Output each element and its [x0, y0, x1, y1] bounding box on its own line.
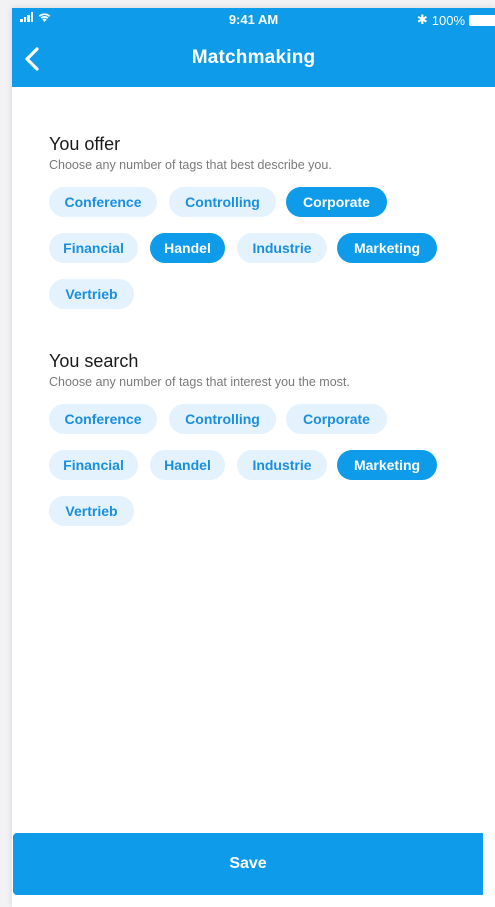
search-tag-corporate[interactable]: Corporate [286, 404, 387, 434]
search-tag-industrie[interactable]: Industrie [237, 450, 327, 480]
search-tag-conference[interactable]: Conference [49, 404, 157, 434]
offer-tag-financial[interactable]: Financial [49, 233, 138, 263]
page-title: Matchmaking [191, 47, 316, 68]
offer-tag-controlling[interactable]: Controlling [169, 187, 276, 217]
search-tag-controlling[interactable]: Controlling [169, 404, 276, 434]
search-section: You search Choose any number of tags tha… [49, 350, 479, 534]
nav-bar: Matchmaking [12, 30, 495, 87]
offer-subtitle: Choose any number of tags that best desc… [49, 158, 332, 172]
bluetooth-icon: ✱ [416, 12, 428, 27]
phone-screen: 9:41 AM ✱ 100% Matchmaking You offer Cho… [12, 8, 495, 907]
search-tag-marketing[interactable]: Marketing [337, 450, 437, 480]
search-title: You search [49, 351, 139, 371]
offer-tag-marketing[interactable]: Marketing [337, 233, 437, 263]
offer-tag-list: Conference Controlling Corporate Financi… [49, 187, 479, 317]
status-right: ✱ 100% [417, 12, 495, 28]
offer-tag-handel[interactable]: Handel [150, 233, 225, 263]
offer-tag-industrie[interactable]: Industrie [237, 233, 327, 263]
battery-icon [469, 14, 495, 26]
save-button[interactable]: Save [13, 833, 483, 895]
offer-tag-corporate[interactable]: Corporate [286, 187, 387, 217]
offer-section: You offer Choose any number of tags that… [49, 133, 479, 317]
battery-percent: 100% [431, 12, 465, 28]
search-subtitle: Choose any number of tags that interest … [49, 375, 350, 389]
status-bar: 9:41 AM ✱ 100% [12, 8, 495, 30]
search-tag-handel[interactable]: Handel [150, 450, 225, 480]
app-header: 9:41 AM ✱ 100% Matchmaking [12, 8, 495, 87]
search-tag-financial[interactable]: Financial [49, 450, 138, 480]
offer-tag-vertrieb[interactable]: Vertrieb [49, 279, 134, 309]
offer-tag-conference[interactable]: Conference [49, 187, 157, 217]
search-tag-list: Conference Controlling Corporate Financi… [49, 404, 479, 534]
offer-title: You offer [49, 134, 121, 154]
search-tag-vertrieb[interactable]: Vertrieb [49, 496, 134, 526]
